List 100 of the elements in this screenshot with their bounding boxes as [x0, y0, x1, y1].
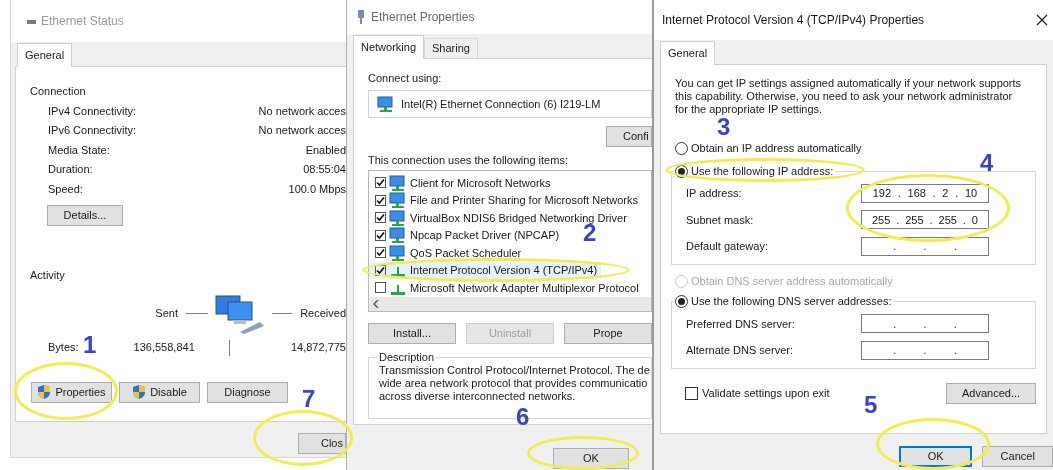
field-label: Duration: — [48, 162, 93, 177]
ip-octet: 0 — [971, 212, 978, 228]
item-label: Npcap Packet Driver (NPCAP) — [410, 228, 560, 243]
step-number: 6 — [516, 404, 530, 430]
divider — [228, 339, 230, 356]
step-number: 4 — [980, 150, 994, 176]
ip-octet: 2 — [942, 186, 949, 201]
ip-address-field[interactable]: 192 . 168 . 2 . 10 — [861, 183, 989, 203]
button[interactable]: Clos — [298, 433, 346, 454]
ip-octet: . — [893, 239, 897, 254]
chevron-left-icon — [373, 300, 379, 308]
activity-label: Received — [300, 306, 346, 322]
button[interactable]: Confi — [606, 126, 652, 147]
field-label: Default gateway: — [685, 239, 768, 254]
radio-option[interactable]: Use the following IP address: — [675, 162, 834, 180]
ip-octet: . — [897, 186, 901, 201]
checkbox[interactable] — [375, 212, 386, 224]
tab[interactable]: General — [17, 43, 73, 67]
checkbox[interactable] — [375, 177, 386, 189]
field-value: 136,558,841 — [133, 340, 195, 356]
field-label: This connection uses the following items: — [368, 152, 569, 168]
checkbox[interactable] — [685, 386, 698, 400]
ip-octet: . — [953, 343, 957, 358]
network-monitor-icon — [389, 244, 407, 261]
field-value: No network acces — [258, 123, 346, 138]
ip-octet: 255 — [905, 212, 924, 228]
field-value: 14,872,775 — [290, 340, 346, 356]
window-title: Internet Protocol Version 4 (TCP/IPv4) Properties — [662, 12, 925, 29]
shield-icon — [37, 384, 52, 400]
button[interactable]: Prope — [564, 323, 652, 344]
button[interactable]: Diagnose — [207, 381, 288, 403]
description-text: wide area network protocol that provides communicatio — [379, 377, 649, 390]
ip-octet: . — [923, 239, 927, 254]
ip-address-field[interactable]: . . . — [861, 340, 989, 360]
ip-octet: . — [929, 212, 933, 228]
network-adapter-icon — [377, 96, 395, 112]
ip-octet: . — [953, 239, 957, 254]
field-label: Alternate DNS server: — [685, 343, 793, 358]
item-label: Microsoft Network Adapter Multiplexor Protocol — [410, 280, 639, 296]
step-number: 3 — [717, 114, 731, 140]
ip-address-field[interactable]: . . . — [861, 236, 989, 256]
list-item[interactable]: Client for Microsoft Networks — [369, 174, 555, 192]
list-item[interactable]: Microsoft Network Adapter Multiplexor Protocol — [369, 279, 643, 297]
adapter-name: Intel(R) Ethernet Connection (6) I219-LM — [401, 96, 601, 112]
button[interactable]: Cancel — [982, 446, 1053, 467]
network-monitor-icon — [389, 174, 407, 191]
button[interactable]: Details... — [47, 204, 123, 226]
section-heading: Connection — [30, 83, 87, 99]
button[interactable]: Advanced... — [946, 382, 1036, 404]
tab[interactable]: General — [660, 41, 716, 65]
button[interactable]: Install... — [368, 323, 456, 344]
tab[interactable]: Sharing — [424, 38, 478, 58]
step-number: 5 — [864, 392, 878, 418]
button[interactable]: Properties — [31, 381, 112, 403]
field-value: Enabled — [305, 142, 346, 158]
field-label: IPv4 Connectivity: — [48, 103, 137, 119]
ip-octet: . — [953, 316, 957, 332]
list-item[interactable]: Internet Protocol Version 4 (TCP/IPv4) — [369, 261, 602, 279]
button[interactable]: OK — [899, 446, 973, 467]
checkbox-option[interactable]: Validate settings upon exit — [675, 384, 830, 402]
step-number: 7 — [302, 386, 316, 412]
field-value: 08:55:04 — [303, 162, 346, 177]
connector-line — [186, 313, 208, 314]
checkbox[interactable] — [375, 247, 386, 259]
list-item[interactable]: Npcap Packet Driver (NPCAP) — [369, 226, 564, 244]
button[interactable]: Disable — [119, 381, 200, 403]
activity-label: Sent — [154, 306, 178, 322]
field-label: Subnet mask: — [685, 212, 754, 228]
description-text: across diverse interconnected networks. — [379, 390, 577, 403]
item-label: Client for Microsoft Networks — [410, 175, 551, 191]
button[interactable]: OK — [553, 448, 629, 469]
ip-octet: . — [962, 212, 966, 228]
checkbox[interactable] — [375, 229, 386, 241]
close-button[interactable] — [1035, 13, 1049, 27]
field-label: Connect using: — [368, 70, 443, 86]
checkbox[interactable] — [375, 194, 386, 206]
ip-octet: . — [923, 343, 927, 358]
ip-address-field[interactable]: 255 . 255 . 255 . 0 — [861, 210, 989, 230]
ip-octet: 192 — [872, 186, 892, 201]
tab[interactable]: Networking — [353, 35, 425, 59]
checkbox[interactable] — [375, 264, 386, 276]
field-label: Speed: — [48, 181, 83, 197]
checkbox[interactable] — [375, 282, 386, 294]
group-heading: Description — [378, 351, 436, 364]
field-value: 100.0 Mbps — [288, 181, 346, 197]
item-label: Internet Protocol Version 4 (TCP/IPv4) — [410, 263, 598, 278]
radio-option[interactable]: Use the following DNS server addresses: — [675, 292, 892, 311]
step-number: 1 — [83, 332, 97, 358]
ip-octet: 255 — [938, 212, 957, 228]
list-item[interactable]: QoS Packet Scheduler — [369, 244, 526, 262]
list-item[interactable]: File and Printer Sharing for Microsoft Networks — [369, 191, 643, 209]
close-icon — [1036, 14, 1048, 26]
network-monitor-icon — [389, 227, 407, 244]
ip-octet: . — [955, 186, 959, 201]
ip-octet: . — [896, 212, 900, 228]
item-label: QoS Packet Scheduler — [410, 245, 522, 261]
network-monitor-icon — [389, 192, 407, 209]
ip-octet: 255 — [871, 212, 891, 228]
ip-address-field[interactable]: . . . — [861, 314, 989, 334]
field-label: Bytes: — [48, 340, 79, 356]
